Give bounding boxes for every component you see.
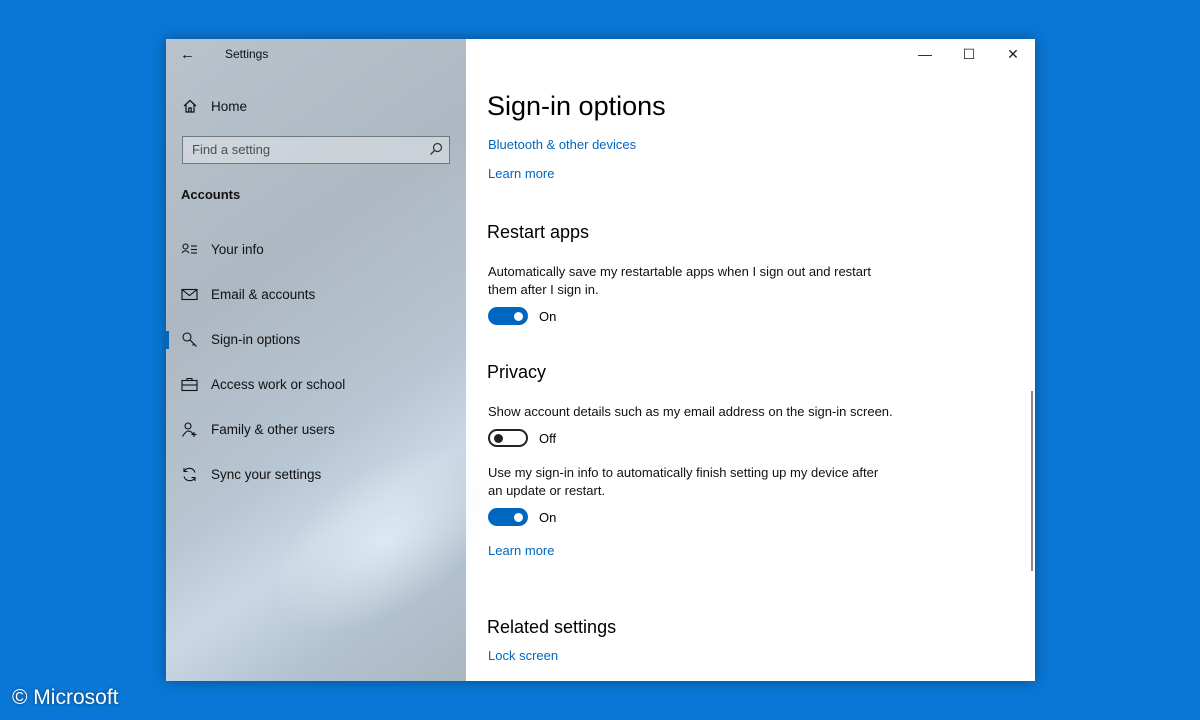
app-title: Settings (225, 47, 269, 61)
restart-apps-toggle[interactable]: On (488, 307, 556, 325)
minimize-icon[interactable]: — (903, 39, 947, 69)
briefcase-icon (181, 376, 198, 393)
learn-more-link[interactable]: Learn more (488, 166, 554, 181)
toggle-state-label: Off (539, 430, 557, 446)
search-icon[interactable] (429, 142, 443, 156)
sidebar-item-label: Email & accounts (211, 286, 316, 302)
sidebar-item-label: Sync your settings (211, 466, 322, 482)
lock-screen-link[interactable]: Lock screen (488, 648, 558, 663)
toggle-state-label: On (539, 308, 557, 324)
toggle-knob (514, 311, 523, 321)
sidebar-item-label: Your info (211, 241, 264, 257)
toggle-knob (514, 512, 523, 522)
sidebar-item-access-work-school[interactable]: Access work or school (166, 364, 466, 404)
sidebar: ← Settings Home Accounts Your info (166, 39, 533, 681)
toggle-knob (494, 433, 503, 443)
mail-icon (181, 286, 198, 303)
privacy-heading: Privacy (487, 362, 547, 382)
close-icon[interactable]: ✕ (991, 39, 1035, 69)
main-content: — ☐ ✕ Sign-in options Bluetooth & other … (466, 39, 1035, 681)
sidebar-item-label: Access work or school (211, 376, 346, 392)
toggle-track (488, 508, 528, 526)
restart-apps-heading: Restart apps (487, 222, 590, 242)
toggle-state-label: On (539, 509, 557, 525)
sidebar-item-sync-settings[interactable]: Sync your settings (166, 454, 466, 494)
maximize-icon[interactable]: ☐ (947, 39, 991, 69)
key-icon (181, 331, 198, 348)
related-settings-heading: Related settings (487, 617, 617, 637)
toggle-track (488, 307, 528, 325)
person-add-icon (181, 421, 198, 438)
sidebar-item-your-info[interactable]: Your info (166, 229, 466, 269)
signin-info-toggle[interactable]: On (488, 508, 556, 526)
page-title: Sign-in options (487, 91, 666, 121)
sidebar-item-sign-in-options[interactable]: Sign-in options (166, 319, 466, 359)
privacy-learn-more-link[interactable]: Learn more (488, 543, 554, 558)
active-indicator (166, 331, 169, 349)
account-details-description: Show account details such as my email ad… (488, 404, 893, 419)
section-label-accounts: Accounts (181, 187, 241, 202)
search-input[interactable] (183, 137, 422, 161)
scrollbar[interactable] (1031, 391, 1033, 571)
sidebar-item-family-other-users[interactable]: Family & other users (166, 409, 466, 449)
toggle-track (488, 429, 528, 447)
signin-info-description: Use my sign-in info to automatically fin… (488, 465, 879, 498)
sidebar-item-label: Sign-in options (211, 331, 301, 347)
nav-home[interactable]: Home (182, 98, 247, 114)
settings-window: ← Settings Home Accounts Your info (166, 39, 1035, 681)
account-details-toggle[interactable]: Off (488, 429, 556, 447)
sync-icon (181, 466, 198, 483)
sidebar-item-email-accounts[interactable]: Email & accounts (166, 274, 466, 314)
nav-home-label: Home (211, 98, 248, 114)
window-controls: — ☐ ✕ (903, 39, 1035, 69)
sidebar-item-label: Family & other users (211, 421, 335, 437)
copyright-watermark: © Microsoft (12, 686, 119, 709)
bluetooth-devices-link[interactable]: Bluetooth & other devices (488, 137, 636, 152)
back-arrow-icon[interactable]: ← (180, 46, 195, 63)
search-box (182, 136, 450, 164)
home-icon (183, 99, 197, 113)
person-card-icon (181, 241, 198, 258)
title-bar: ← Settings (166, 39, 466, 69)
restart-apps-description: Automatically save my restartable apps w… (488, 264, 871, 297)
